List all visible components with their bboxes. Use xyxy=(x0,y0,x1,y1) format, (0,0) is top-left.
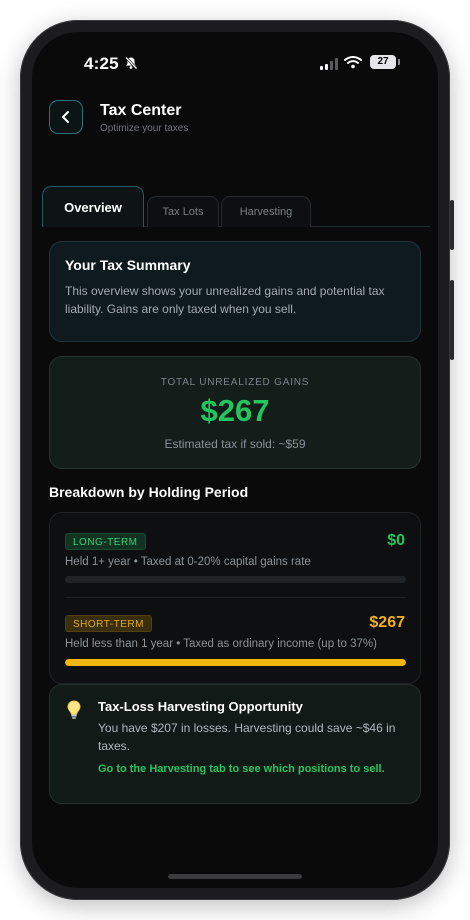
short-term-progress-bar xyxy=(65,659,406,666)
harvesting-tip-card: Tax-Loss Harvesting Opportunity You have… xyxy=(49,684,421,804)
long-term-progress-bar xyxy=(65,576,406,583)
gains-label: TOTAL UNREALIZED GAINS xyxy=(160,377,310,388)
back-button[interactable] xyxy=(49,100,83,134)
summary-title: Your Tax Summary xyxy=(65,257,191,273)
short-term-badge: SHORT-TERM xyxy=(65,615,152,632)
short-term-amount: $267 xyxy=(369,614,405,631)
app-screen: 4:25 27 Tax Center Optimize your taxes T… xyxy=(32,32,438,888)
short-term-progress-fill xyxy=(65,659,406,666)
estimated-tax: Estimated tax if sold: ~$59 xyxy=(164,437,306,451)
page-title: Tax Center xyxy=(100,102,182,119)
tab-tax-lots[interactable]: Tax Lots xyxy=(147,196,219,227)
side-button xyxy=(450,200,454,250)
long-term-badge: LONG-TERM xyxy=(65,533,146,550)
tip-title: Tax-Loss Harvesting Opportunity xyxy=(98,699,303,714)
page-subtitle: Optimize your taxes xyxy=(100,123,189,134)
tax-summary-card: Your Tax Summary This overview shows you… xyxy=(49,241,421,342)
breakdown-title: Breakdown by Holding Period xyxy=(49,484,249,500)
gains-value: $267 xyxy=(200,393,270,428)
side-button xyxy=(450,280,454,360)
status-bar: 4:25 27 xyxy=(32,32,438,92)
unrealized-gains-card: TOTAL UNREALIZED GAINS $267 Estimated ta… xyxy=(49,356,421,469)
short-term-description: Held less than 1 year • Taxed as ordinar… xyxy=(65,638,377,650)
cellular-signal-icon xyxy=(320,58,338,70)
chevron-left-icon xyxy=(62,111,69,123)
holding-period-card: LONG-TERM $0 Held 1+ year • Taxed at 0-2… xyxy=(49,512,421,684)
status-time: 4:25 xyxy=(84,54,119,73)
tab-overview[interactable]: Overview xyxy=(42,186,144,227)
silent-bell-icon xyxy=(124,56,138,75)
long-term-description: Held 1+ year • Taxed at 0-20% capital ga… xyxy=(65,556,311,568)
summary-body: This overview shows your unrealized gain… xyxy=(65,284,385,316)
long-term-amount: $0 xyxy=(387,532,405,549)
divider xyxy=(65,597,406,598)
home-indicator xyxy=(168,874,302,879)
battery-indicator: 27 xyxy=(370,55,396,69)
tip-body: You have $207 in losses. Harvesting coul… xyxy=(98,721,396,753)
wifi-icon xyxy=(344,55,362,74)
battery-tip xyxy=(398,59,400,65)
harvesting-link[interactable]: Go to the Harvesting tab to see which po… xyxy=(98,762,398,776)
tab-harvesting[interactable]: Harvesting xyxy=(221,196,311,227)
lightbulb-icon xyxy=(67,700,81,725)
